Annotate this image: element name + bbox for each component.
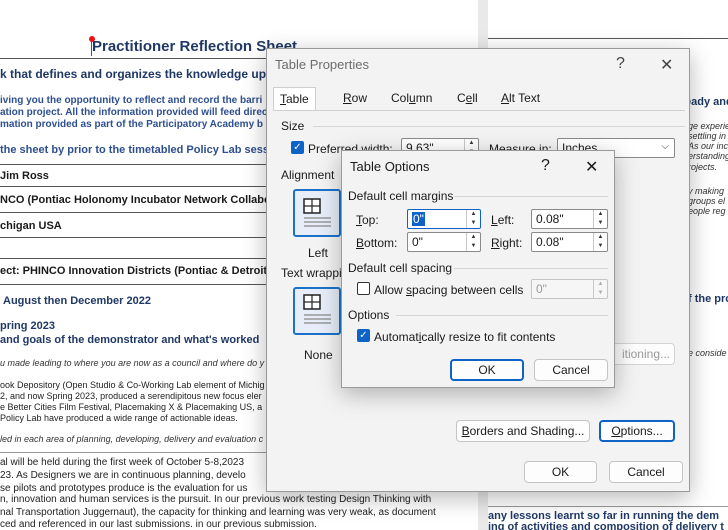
positioning-button[interactable]: itioning... bbox=[607, 343, 675, 365]
close-icon[interactable]: ✕ bbox=[585, 157, 598, 177]
top-margin-label: Top: bbox=[356, 213, 379, 227]
document-line: Jim Ross bbox=[0, 170, 49, 182]
tab-strip-line bbox=[273, 110, 685, 111]
auto-resize-checkbox[interactable]: ✓ bbox=[357, 329, 370, 342]
document-line: 2, and now Spring 2023, produced a seren… bbox=[0, 391, 262, 401]
preferred-width-checkbox[interactable]: ✓ bbox=[291, 141, 304, 154]
allow-spacing-label: Allow spacing between cells bbox=[374, 283, 524, 297]
wrapping-selected-label: None bbox=[304, 348, 333, 362]
dialog-title: Table Properties bbox=[275, 57, 369, 72]
document-line: groups el bbox=[688, 196, 726, 206]
wrap-none-option[interactable] bbox=[293, 287, 341, 335]
section-divider bbox=[454, 268, 608, 269]
top-margin-value: 0" bbox=[412, 212, 425, 226]
document-line: August then December 2022 bbox=[3, 295, 151, 307]
document-line: u made leading to where you are now as a… bbox=[0, 358, 265, 368]
cell-margins-label: Default cell margins bbox=[348, 189, 454, 203]
left-margin-value: 0.08" bbox=[536, 212, 564, 226]
section-divider bbox=[313, 126, 685, 127]
text-wrapping-label: Text wrappi bbox=[281, 266, 342, 280]
tab-row[interactable]: Row bbox=[337, 87, 373, 111]
allow-spacing-checkbox[interactable] bbox=[357, 282, 370, 295]
document-line: se pilots and prototypes produce is the … bbox=[0, 483, 248, 494]
table-properties-ok-button[interactable]: OK bbox=[524, 461, 597, 483]
document-line: As our inc bbox=[688, 141, 728, 151]
options-section-label: Options bbox=[348, 308, 390, 322]
document-line: eople reg bbox=[688, 206, 726, 216]
document-line: ing of activities and composition of del… bbox=[488, 521, 724, 530]
table-properties-cancel-button[interactable]: Cancel bbox=[609, 461, 683, 483]
table-options-dialog[interactable]: Table Options ? ✕ Default cell margins T… bbox=[341, 150, 615, 388]
alignment-label: Alignment bbox=[281, 168, 335, 182]
document-line: ation project. All the information provi… bbox=[0, 107, 268, 118]
document-line: eady and bbox=[685, 96, 728, 108]
cell-spacing-input[interactable]: 0" ▲ ▼ bbox=[531, 279, 608, 299]
table-options-cancel-button[interactable]: Cancel bbox=[534, 359, 608, 381]
document-line: al will be held during the first week of… bbox=[0, 457, 245, 468]
document-line: k that defines and organizes the knowled… bbox=[0, 67, 294, 81]
spin-arrows-icon[interactable]: ▲▼ bbox=[466, 233, 480, 251]
right-margin-input[interactable]: 0.08" ▲ ▼ bbox=[531, 232, 608, 252]
tab-column[interactable]: Column bbox=[385, 87, 438, 111]
document-line: NCO (Pontiac Holonomy Incubator Network … bbox=[0, 194, 271, 206]
document-line: erstanding bbox=[688, 151, 728, 161]
size-label: Size bbox=[281, 119, 305, 133]
document-line: nal Transportation Juggernaut), the capa… bbox=[0, 507, 436, 518]
spin-arrows-icon[interactable]: ▲▼ bbox=[593, 210, 607, 228]
document-line: Policy Lab have produced a wide range of… bbox=[0, 413, 238, 423]
close-icon[interactable]: ✕ bbox=[660, 55, 673, 75]
right-margin-value: 0.08" bbox=[536, 235, 564, 249]
left-margin-label: Left: bbox=[491, 213, 515, 227]
document-line: chigan USA bbox=[0, 220, 62, 232]
document-line: mation provided as part of the Participa… bbox=[0, 119, 264, 130]
document-line: ect: PHINCO Innovation Districts (Pontia… bbox=[0, 265, 271, 277]
divider bbox=[488, 38, 728, 39]
tab-table[interactable]: Table bbox=[273, 87, 316, 111]
cell-spacing-value: 0" bbox=[536, 282, 547, 296]
chevron-down-icon: ⌵ bbox=[661, 141, 669, 152]
tab-alt-text[interactable]: Alt Text bbox=[495, 87, 546, 111]
document-line: rojects. bbox=[688, 162, 718, 172]
document-line: and goals of the demonstrator and what's… bbox=[0, 334, 260, 346]
document-line: e conside bbox=[688, 348, 727, 358]
bottom-margin-value: 0" bbox=[412, 235, 423, 249]
document-line: settling in bbox=[688, 131, 727, 141]
help-icon[interactable]: ? bbox=[541, 157, 550, 175]
help-icon[interactable]: ? bbox=[616, 55, 625, 73]
divider bbox=[488, 506, 728, 507]
spin-arrows-icon[interactable]: ▲▼ bbox=[593, 280, 607, 298]
document-line: ook Depository (Open Studio & Co-Working… bbox=[0, 380, 265, 390]
document-line: iving you the opportunity to reflect and… bbox=[0, 95, 263, 106]
document-line: 23. As Designers we are in continuous pl… bbox=[0, 470, 246, 481]
cell-spacing-label: Default cell spacing bbox=[348, 261, 453, 275]
document-line: the sheet by prior to the timetabled Pol… bbox=[0, 144, 286, 156]
section-divider bbox=[396, 315, 608, 316]
document-line: n, innovation and human services is the … bbox=[0, 494, 432, 505]
dialog-title: Table Options bbox=[350, 159, 430, 174]
tab-cell[interactable]: Cell bbox=[451, 87, 484, 111]
document-line: y making bbox=[688, 186, 725, 196]
alignment-selected-label: Left bbox=[308, 246, 329, 260]
document-line: e Better Cities Film Festival, Placemaki… bbox=[0, 402, 263, 412]
section-divider bbox=[454, 196, 608, 197]
options-button[interactable]: Options... bbox=[599, 420, 675, 442]
auto-resize-label: Automatically resize to fit contents bbox=[374, 330, 556, 344]
document-line: pring 2023 bbox=[0, 320, 56, 332]
left-margin-input[interactable]: 0.08" ▲ ▼ bbox=[531, 209, 608, 229]
borders-and-shading-button[interactable]: Borders and Shading... bbox=[456, 420, 590, 442]
bottom-margin-input[interactable]: 0" ▲ ▼ bbox=[407, 232, 481, 252]
bottom-margin-label: Bottom: bbox=[356, 236, 398, 250]
document-line: ge experie bbox=[688, 121, 728, 131]
spin-arrows-icon[interactable]: ▲▼ bbox=[466, 210, 480, 228]
spin-arrows-icon[interactable]: ▲▼ bbox=[593, 233, 607, 251]
align-left-option[interactable] bbox=[293, 189, 341, 237]
right-margin-label: Right: bbox=[491, 236, 523, 250]
table-wrap-none-icon bbox=[303, 294, 331, 324]
table-align-left-icon bbox=[303, 198, 331, 227]
document-line: led in each area of planning, developing… bbox=[0, 434, 264, 444]
top-margin-input[interactable]: 0" ▲ ▼ bbox=[407, 209, 481, 229]
document-line: ced and referenced in our last submissio… bbox=[0, 519, 317, 530]
document-line: f the proc bbox=[688, 293, 728, 305]
table-options-ok-button[interactable]: OK bbox=[450, 359, 524, 381]
